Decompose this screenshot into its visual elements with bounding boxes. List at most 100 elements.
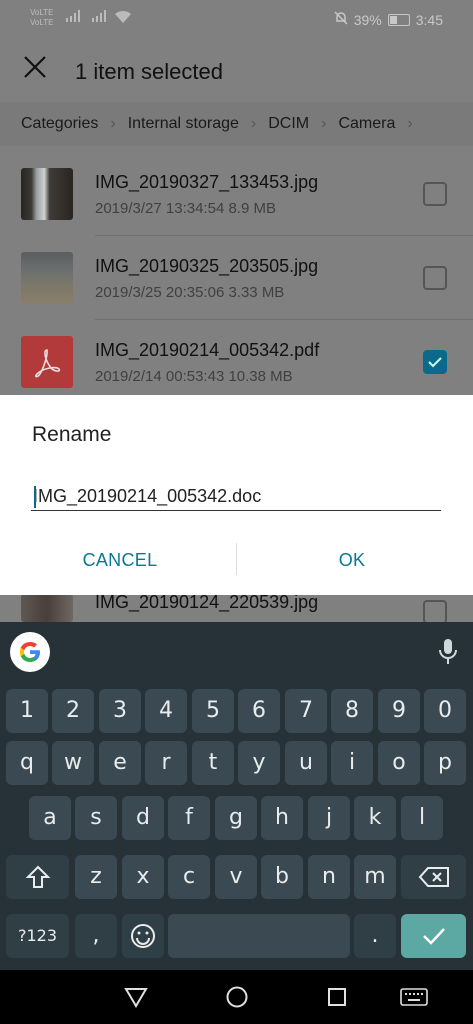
- button-divider: [236, 543, 237, 575]
- image-thumbnail: [21, 594, 73, 622]
- file-name: IMG_20190124_220539.jpg: [95, 592, 319, 612]
- close-icon[interactable]: [22, 54, 48, 86]
- key-5[interactable]: 5: [192, 689, 234, 733]
- key-e[interactable]: e: [99, 741, 141, 785]
- key-period[interactable]: .: [354, 914, 396, 958]
- list-item[interactable]: IMG_20190327_133453.jpg 2019/3/27 13:34:…: [0, 152, 473, 236]
- key-b[interactable]: b: [261, 855, 303, 899]
- key-g[interactable]: g: [215, 796, 257, 840]
- keyboard-switch-icon[interactable]: [400, 988, 428, 1011]
- key-1[interactable]: 1: [6, 689, 48, 733]
- rename-input-value: IMG_20190214_005342.doc: [33, 486, 262, 506]
- checkbox[interactable]: [423, 600, 447, 624]
- breadcrumb-internal-storage[interactable]: Internal storage: [128, 115, 239, 133]
- rename-dialog: Rename IMG_20190214_005342.doc CANCEL OK: [0, 395, 473, 595]
- mute-icon: [334, 11, 348, 28]
- file-name: IMG_20190214_005342.pdf: [95, 340, 320, 360]
- key-s[interactable]: s: [75, 796, 117, 840]
- key-n[interactable]: n: [308, 855, 350, 899]
- key-8[interactable]: 8: [331, 689, 373, 733]
- file-meta: 2019/3/25 20:35:06 3.33 MB: [95, 284, 285, 301]
- key-j[interactable]: j: [308, 796, 350, 840]
- key-t[interactable]: t: [192, 741, 234, 785]
- breadcrumb: Categories › Internal storage › DCIM › C…: [0, 102, 473, 146]
- battery-percent: 39%: [353, 11, 382, 28]
- soft-keyboard: 1 2 3 4 5 6 7 8 9 0 q w e r t y u i o p …: [0, 622, 473, 970]
- battery-icon: [387, 13, 410, 26]
- page-title: 1 item selected: [75, 59, 223, 84]
- key-w[interactable]: w: [52, 741, 94, 785]
- key-7[interactable]: 7: [285, 689, 327, 733]
- key-c[interactable]: c: [168, 855, 210, 899]
- key-h[interactable]: h: [261, 796, 303, 840]
- key-i[interactable]: i: [331, 741, 373, 785]
- check-icon: [422, 928, 445, 945]
- ok-button[interactable]: OK: [252, 535, 452, 585]
- key-k[interactable]: k: [354, 796, 396, 840]
- chevron-right-icon: ›: [110, 115, 116, 132]
- chevron-right-icon: ›: [407, 115, 413, 132]
- microphone-icon[interactable]: [436, 637, 460, 667]
- key-y[interactable]: y: [238, 741, 280, 785]
- list-item[interactable]: IMG_20190214_005342.pdf 2019/2/14 00:53:…: [0, 320, 473, 404]
- google-icon[interactable]: [10, 632, 50, 672]
- key-m[interactable]: m: [354, 855, 396, 899]
- symbols-key[interactable]: ?123: [6, 914, 69, 958]
- back-icon[interactable]: [124, 986, 148, 1013]
- navigation-bar: [0, 970, 473, 1024]
- cancel-button[interactable]: CANCEL: [20, 535, 220, 585]
- sim-indicators: VoLTE VoLTE: [30, 8, 53, 28]
- sim2-label: VoLTE: [30, 18, 54, 27]
- key-z[interactable]: z: [75, 855, 117, 899]
- key-l[interactable]: l: [401, 796, 443, 840]
- text-cursor: [34, 486, 36, 508]
- key-r[interactable]: r: [145, 741, 187, 785]
- chevron-right-icon: ›: [321, 115, 327, 132]
- key-0[interactable]: 0: [424, 689, 466, 733]
- home-icon[interactable]: [225, 985, 249, 1014]
- image-thumbnail: [21, 252, 73, 304]
- key-4[interactable]: 4: [145, 689, 187, 733]
- space-key[interactable]: [168, 914, 350, 958]
- selection-toolbar: 1 item selected: [0, 40, 473, 102]
- file-meta: 2019/2/14 00:53:43 10.38 MB: [95, 368, 293, 385]
- file-name: IMG_20190327_133453.jpg: [95, 172, 319, 192]
- key-q[interactable]: q: [6, 741, 48, 785]
- list-item[interactable]: IMG_20190325_203505.jpg 2019/3/25 20:35:…: [0, 236, 473, 320]
- file-meta: 2019/3/27 13:34:54 8.9 MB: [95, 200, 276, 217]
- recents-icon[interactable]: [327, 987, 347, 1012]
- breadcrumb-dcim[interactable]: DCIM: [268, 115, 309, 133]
- key-6[interactable]: 6: [238, 689, 280, 733]
- key-u[interactable]: u: [285, 741, 327, 785]
- key-o[interactable]: o: [378, 741, 420, 785]
- breadcrumb-categories[interactable]: Categories: [21, 115, 98, 133]
- chevron-right-icon: ›: [250, 115, 257, 132]
- key-a[interactable]: a: [29, 796, 71, 840]
- dialog-title: Rename: [32, 423, 112, 446]
- enter-key[interactable]: [401, 914, 466, 958]
- checkbox[interactable]: [423, 182, 447, 206]
- image-thumbnail: [21, 168, 73, 220]
- signal-icon: [66, 10, 82, 25]
- status-right: 39% 3:45: [334, 11, 443, 28]
- clock: 3:45: [415, 11, 443, 28]
- key-v[interactable]: v: [215, 855, 257, 899]
- shift-key[interactable]: [6, 855, 69, 899]
- key-f[interactable]: f: [168, 796, 210, 840]
- key-x[interactable]: x: [122, 855, 164, 899]
- key-9[interactable]: 9: [378, 689, 420, 733]
- checkbox[interactable]: [423, 266, 447, 290]
- shift-icon: [25, 865, 50, 888]
- checkbox-checked[interactable]: [423, 350, 447, 374]
- backspace-key[interactable]: [401, 855, 466, 899]
- key-3[interactable]: 3: [99, 689, 141, 733]
- breadcrumb-camera[interactable]: Camera: [338, 115, 395, 133]
- key-comma[interactable]: ,: [75, 914, 117, 958]
- emoji-key[interactable]: [122, 914, 164, 958]
- key-d[interactable]: d: [122, 796, 164, 840]
- rename-input[interactable]: IMG_20190214_005342.doc: [31, 478, 441, 511]
- key-p[interactable]: p: [424, 741, 466, 785]
- status-bar: VoLTE VoLTE 39% 3:45: [0, 0, 473, 40]
- file-name: IMG_20190325_203505.jpg: [95, 256, 319, 276]
- key-2[interactable]: 2: [52, 689, 94, 733]
